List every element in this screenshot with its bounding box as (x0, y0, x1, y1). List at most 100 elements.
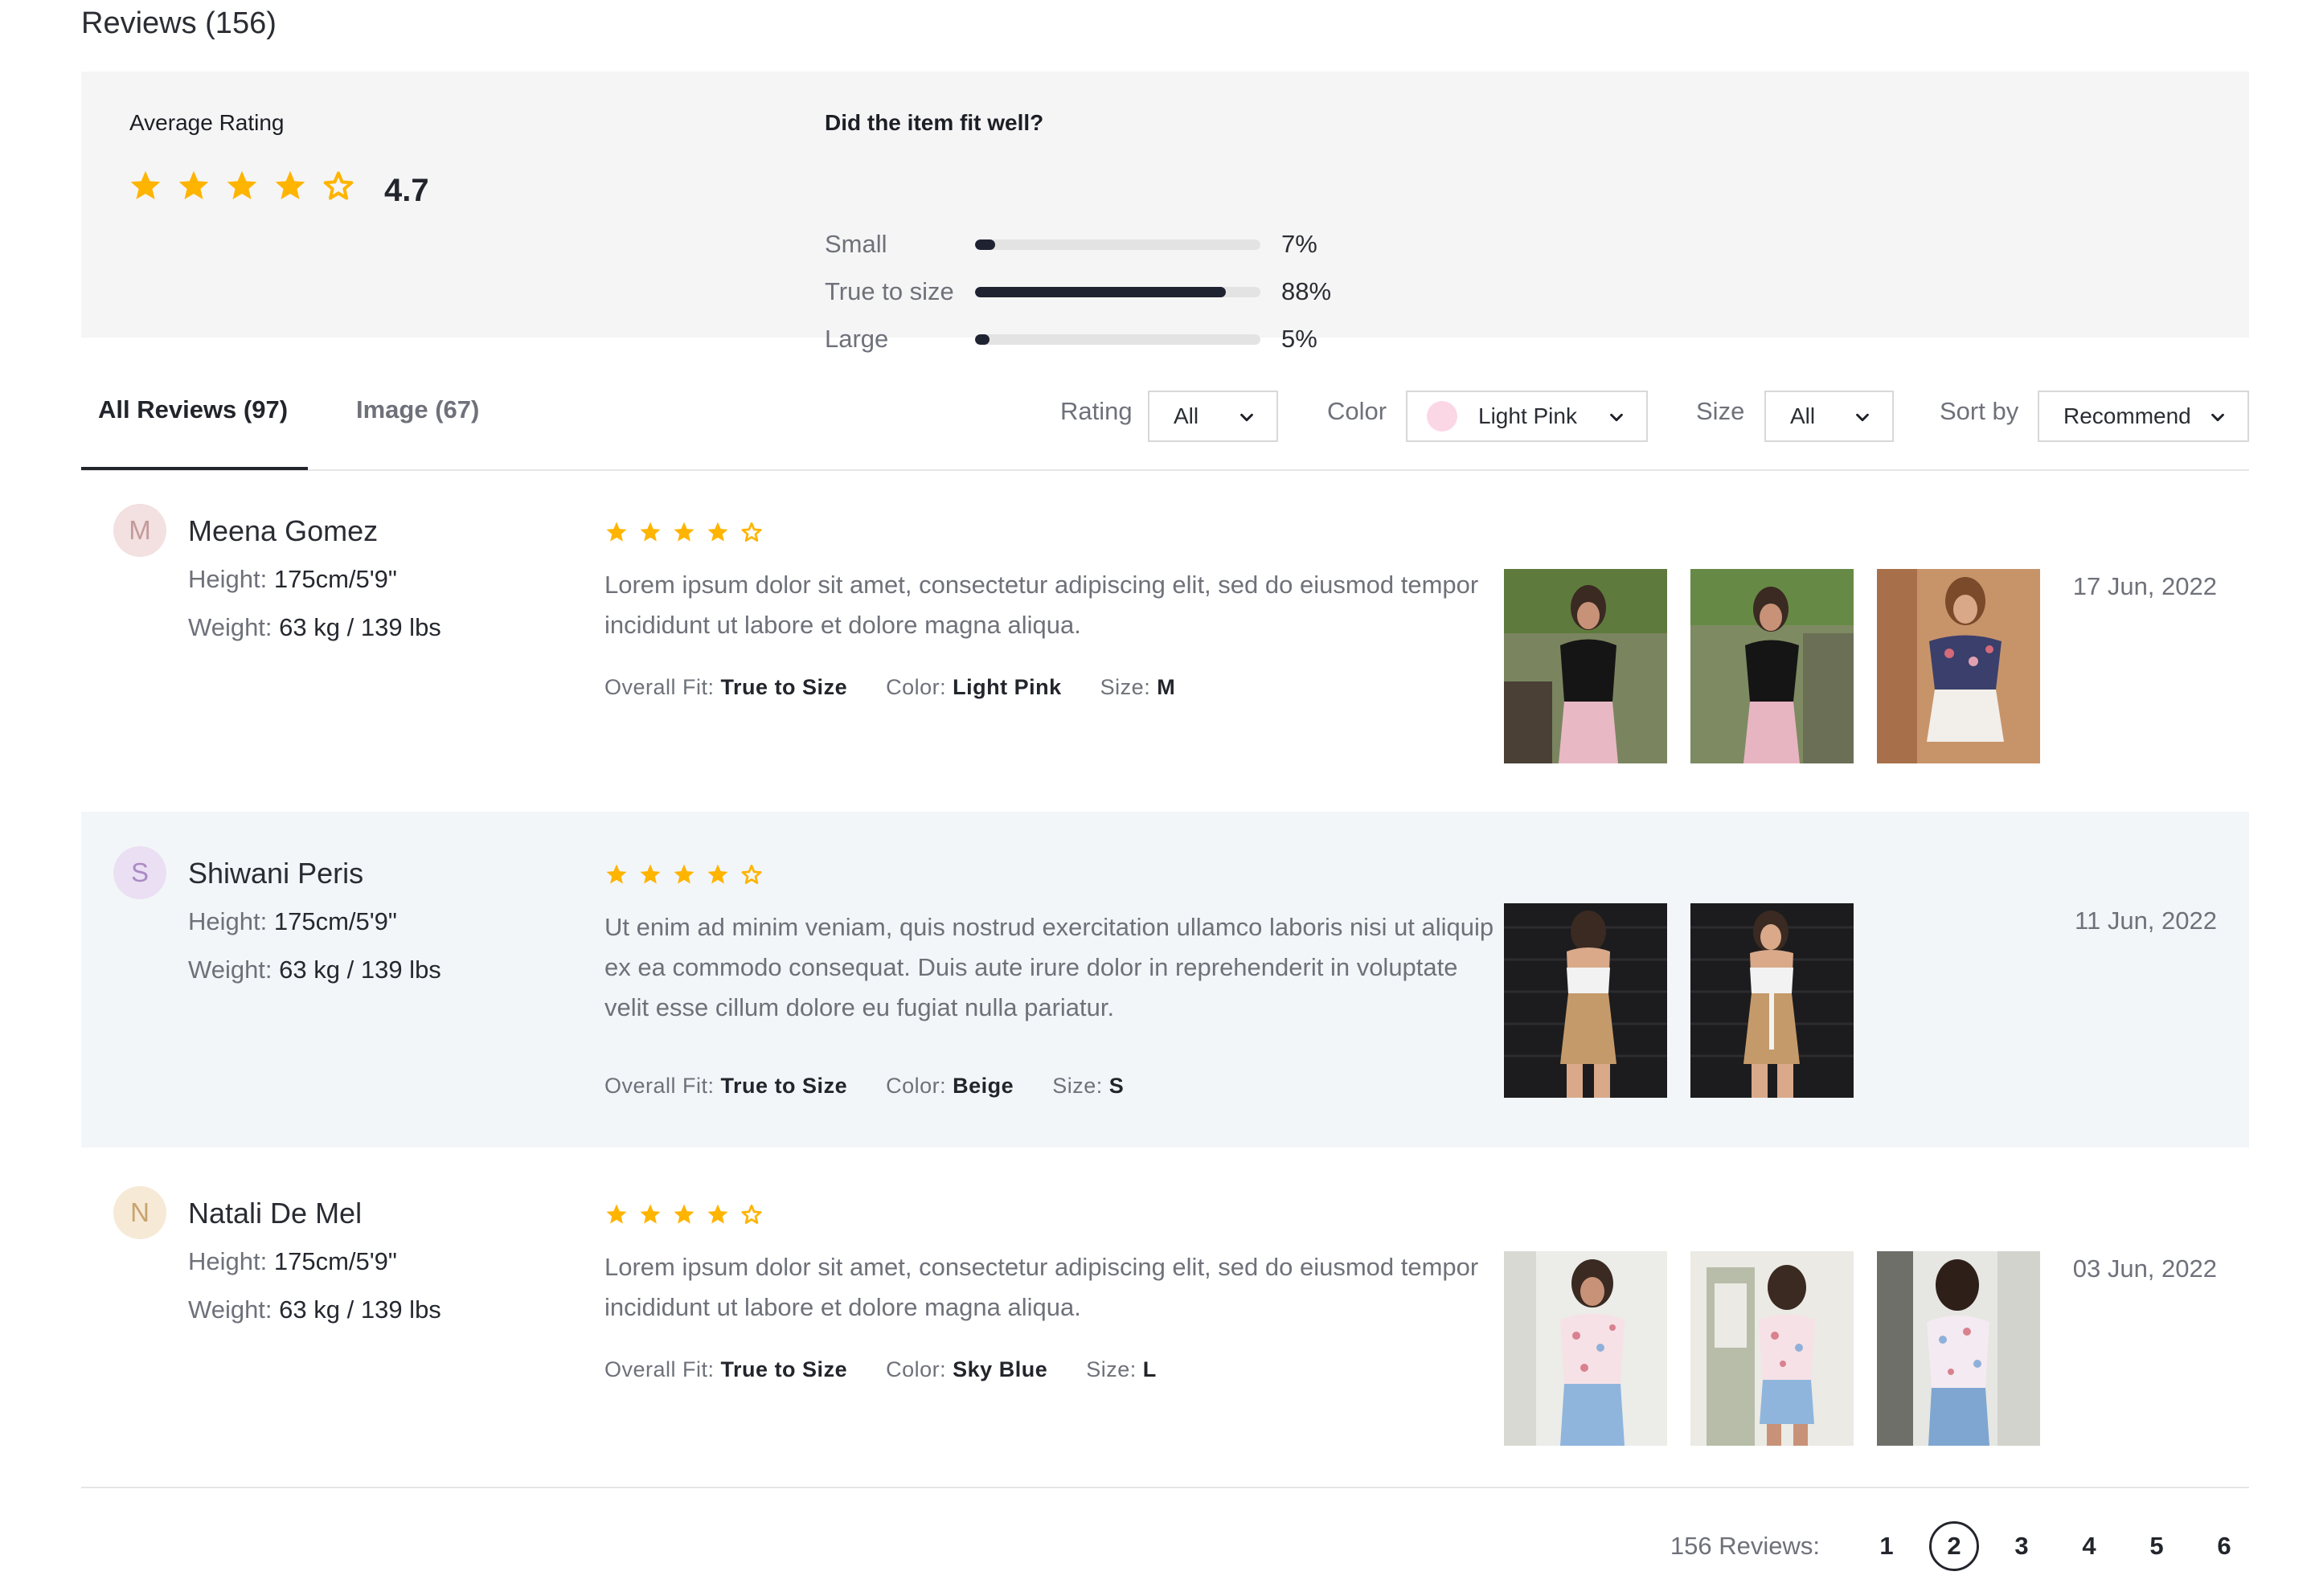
chevron-down-icon (1608, 408, 1625, 426)
fit-bar-fill (975, 286, 1227, 297)
size-value: M (1157, 675, 1176, 699)
star-filled-icon (638, 520, 662, 544)
chevron-down-icon (1238, 408, 1256, 426)
reviewer-name: Shiwani Peris (188, 857, 364, 890)
average-rating-value: 4.7 (384, 173, 429, 208)
star-outline-icon (740, 1202, 764, 1226)
weight-label: Weight: (188, 613, 272, 641)
size-label: Size: (1052, 1074, 1103, 1098)
weight-label: Weight: (188, 1295, 272, 1324)
weight-value: 63 kg / 139 lbs (279, 1295, 441, 1324)
avatar: N (113, 1186, 166, 1239)
fit-bar (975, 286, 1260, 297)
sort-by-label: Sort by (1940, 397, 2019, 425)
review-item: N Natali De Mel Height: 175cm/5'9" Weigh… (81, 1157, 2249, 1479)
star-filled-icon (638, 1202, 662, 1226)
review-text: Lorem ipsum dolor sit amet, consectetur … (604, 1253, 1479, 1321)
fit-row-small: Small 7% (825, 228, 1317, 260)
star-filled-icon (604, 1202, 629, 1226)
overall-fit: Overall Fit: True to Size (604, 1357, 847, 1381)
color-label: Color: (886, 1357, 947, 1381)
star-outline-icon (740, 862, 764, 886)
weight-value: 63 kg / 139 lbs (279, 613, 441, 641)
review-date: 03 Jun, 2022 (2072, 1254, 2217, 1283)
color-value: Light Pink (953, 675, 1062, 699)
review-photo[interactable] (1504, 903, 1667, 1098)
star-filled-icon (224, 168, 260, 203)
color-filter-label: Color (1327, 397, 1387, 425)
reviewer-weight: Weight: 63 kg / 139 lbs (188, 1295, 441, 1324)
star-filled-icon (272, 168, 308, 203)
star-filled-icon (706, 1202, 730, 1226)
review-photo[interactable] (1504, 569, 1667, 763)
review-photo[interactable] (1690, 903, 1854, 1098)
review-text: Lorem ipsum dolor sit amet, consectetur … (604, 571, 1479, 639)
average-rating-label: Average Rating (129, 110, 285, 135)
overall-fit-value: True to Size (720, 675, 848, 699)
fit-row-large: Large 5% (825, 323, 1317, 355)
star-filled-icon (638, 862, 662, 886)
review-item: M Meena Gomez Height: 175cm/5'9" Weight:… (81, 474, 2249, 804)
page-2-button[interactable]: 2 (1929, 1521, 1979, 1571)
fit-bar-fill (975, 334, 990, 345)
review-color: Color: Light Pink (886, 675, 1062, 699)
page-3-button[interactable]: 3 (1997, 1521, 2047, 1571)
fit-percent: 88% (1281, 277, 1332, 305)
sort-by-value: Recommend (2063, 403, 2191, 428)
sort-by-select[interactable]: Recommend (2038, 391, 2249, 442)
reviewer-height: Height: 175cm/5'9" (188, 1247, 397, 1276)
fit-bar (975, 239, 1260, 250)
size-label: Size: (1100, 675, 1151, 699)
page-6-button[interactable]: 6 (2199, 1521, 2249, 1571)
review-tabs-bar: All Reviews (97) Image (67) Rating All C… (81, 376, 2249, 471)
avatar: S (113, 846, 166, 899)
star-filled-icon (176, 168, 211, 203)
fit-label: True to size (825, 277, 954, 305)
fit-row-true-to-size: True to size 88% (825, 276, 1331, 308)
page-1-button[interactable]: 1 (1862, 1521, 1911, 1571)
page-5-button[interactable]: 5 (2132, 1521, 2182, 1571)
height-label: Height: (188, 565, 268, 593)
color-value: Sky Blue (953, 1357, 1048, 1381)
size-filter-label: Size (1696, 397, 1745, 425)
color-label: Color: (886, 675, 947, 699)
color-filter-select[interactable]: Light Pink (1406, 391, 1648, 442)
reviewer-weight: Weight: 63 kg / 139 lbs (188, 613, 441, 642)
review-size: Size: L (1086, 1357, 1157, 1381)
star-filled-icon (706, 862, 730, 886)
size-filter-select[interactable]: All (1764, 391, 1894, 442)
review-photo[interactable] (1504, 1251, 1667, 1446)
size-label: Size: (1086, 1357, 1137, 1381)
overall-fit-value: True to Size (720, 1074, 848, 1098)
review-item: S Shiwani Peris Height: 175cm/5'9" Weigh… (81, 812, 2249, 1148)
rating-filter-select[interactable]: All (1148, 391, 1278, 442)
star-filled-icon (672, 520, 696, 544)
color-label: Color: (886, 1074, 947, 1098)
color-value: Beige (953, 1074, 1014, 1098)
fit-label: Small (825, 230, 887, 258)
review-stars (604, 1202, 764, 1226)
overall-fit: Overall Fit: True to Size (604, 675, 847, 699)
average-rating-stars (128, 168, 356, 203)
review-photo[interactable] (1877, 569, 2040, 763)
height-label: Height: (188, 1247, 268, 1275)
weight-value: 63 kg / 139 lbs (279, 956, 441, 984)
rating-filter-label: Rating (1060, 397, 1133, 425)
overall-fit: Overall Fit: True to Size (604, 1074, 847, 1098)
weight-label: Weight: (188, 956, 272, 984)
review-count: 156 Reviews: (1670, 1532, 1820, 1560)
review-photo[interactable] (1690, 569, 1854, 763)
review-photo[interactable] (1877, 1251, 2040, 1446)
review-size: Size: M (1100, 675, 1176, 699)
tab-image-reviews[interactable]: Image (67) (356, 395, 479, 424)
page-4-button[interactable]: 4 (2064, 1521, 2114, 1571)
chevron-down-icon (2209, 408, 2227, 426)
review-photo[interactable] (1690, 1251, 1854, 1446)
star-filled-icon (604, 862, 629, 886)
star-filled-icon (604, 520, 629, 544)
color-filter-value: Light Pink (1478, 403, 1577, 428)
review-stars (604, 862, 764, 886)
height-value: 175cm/5'9" (273, 1247, 397, 1275)
fit-label: Large (825, 325, 889, 353)
tab-all-reviews[interactable]: All Reviews (97) (98, 395, 288, 424)
